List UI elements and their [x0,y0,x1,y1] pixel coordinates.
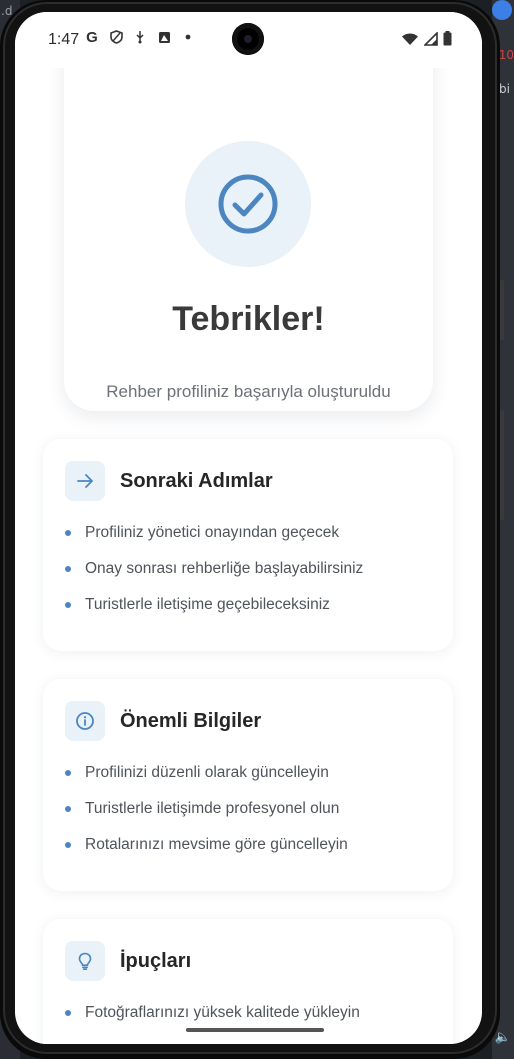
usb-icon [133,30,147,44]
list-item: Profilinizi düzenli olarak güncelleyin [65,763,348,799]
list-item: Onay sonrası rehberliğe başlayabilirsini… [65,559,363,595]
desktop-text: 10 [498,48,514,62]
list-item: Profiliniz yönetici onayından geçecek [65,523,363,559]
card-title: Sonraki Adımlar [120,469,273,492]
status-bar: 1:47 G [15,12,482,68]
list-item: Fotoğraflarınızı yüksek kalitede yükleyi… [65,1003,360,1039]
card-list: Profiliniz yönetici onayından geçecek On… [65,523,363,631]
desktop-avatar-icon [492,0,512,20]
next-steps-card: Sonraki Adımlar Profiliniz yönetici onay… [43,439,453,651]
home-indicator[interactable] [186,1028,324,1032]
success-badge [185,141,311,267]
dot-icon [181,30,195,44]
important-info-card: Önemli Bilgiler Profilinizi düzenli olar… [43,679,453,891]
info-icon [76,712,94,730]
check-circle-icon [218,174,278,234]
card-list: Profilinizi düzenli olarak güncelleyin T… [65,763,348,871]
battery-icon [443,31,452,46]
card-icon-box [65,701,105,741]
arrow-right-icon [77,474,93,488]
success-card: Tebrikler! Rehber profiliniz başarıyla o… [64,32,433,411]
app-screen: Tebrikler! Rehber profiliniz başarıyla o… [15,12,482,1044]
status-left-icons: G [85,28,195,46]
card-icon-box [65,941,105,981]
power-button [500,410,504,520]
card-title: Önemli Bilgiler [120,709,262,732]
card-header: İpuçları [65,941,191,981]
signal-icon [424,31,438,46]
card-title: İpuçları [120,949,192,972]
volume-icon[interactable]: 🔈 [495,1029,511,1045]
desktop-text: bi [499,82,510,96]
status-right-icons [401,31,452,46]
image-icon [157,30,171,44]
scroll-content[interactable]: Tebrikler! Rehber profiliniz başarıyla o… [15,12,482,1044]
list-item: Rotalarınızı mevsime göre güncelleyin [65,835,348,871]
volume-button [500,280,504,340]
success-subtitle: Rehber profiliniz başarıyla oluşturuldu [106,382,391,401]
list-item: Turistlerle iletişimde profesyonel olun [65,799,348,835]
card-header: Önemli Bilgiler [65,701,261,741]
front-camera [232,23,264,55]
page-title: Tebrikler! [172,300,325,338]
card-list: Fotoğraflarınızı yüksek kalitede yükleyi… [65,1003,360,1039]
lightbulb-icon [78,952,92,970]
card-icon-box [65,461,105,501]
status-time: 1:47 [48,31,80,48]
shield-icon [109,30,123,44]
card-header: Sonraki Adımlar [65,461,273,501]
list-item: Turistlerle iletişime geçebileceksiniz [65,595,363,631]
wifi-icon [402,33,418,45]
google-g-icon: G [86,28,98,46]
tips-card: İpuçları Fotoğraflarınızı yüksek kalited… [43,919,453,1044]
